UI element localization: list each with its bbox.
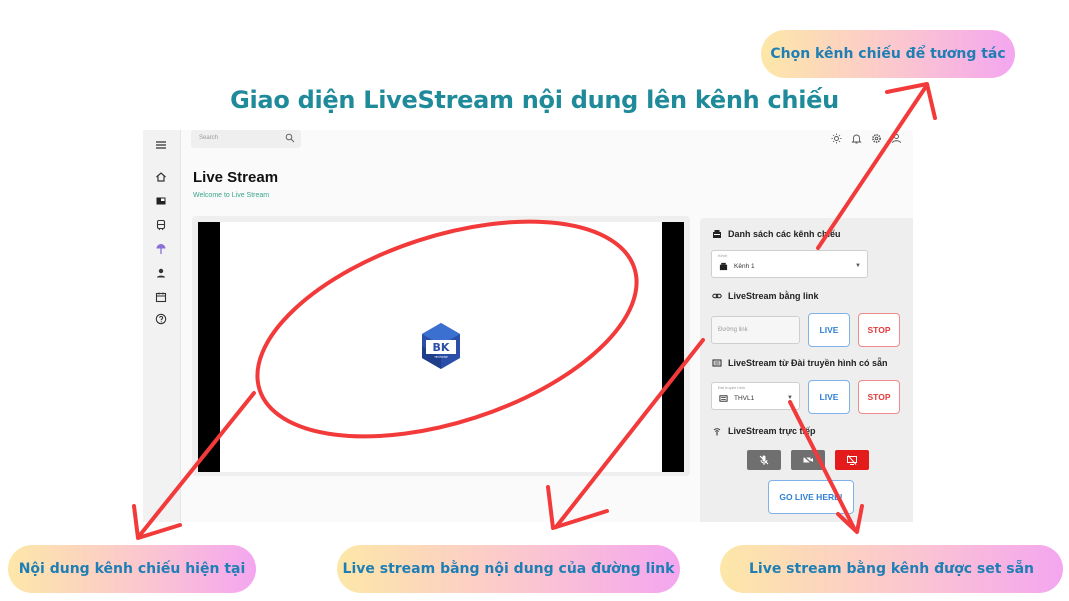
sun-icon[interactable] bbox=[831, 133, 842, 144]
dashboard-icon[interactable] bbox=[154, 194, 168, 208]
tv-select-icon bbox=[719, 395, 728, 402]
screen-share-off-button[interactable] bbox=[835, 450, 869, 470]
channel-select-value: Kênh 1 bbox=[734, 263, 755, 270]
link-live-button[interactable]: LIVE bbox=[808, 313, 850, 347]
antenna-icon bbox=[713, 428, 721, 436]
topbar-actions bbox=[831, 133, 902, 144]
tv-station-select[interactable]: Đài truyền hình THVL1 ▼ bbox=[711, 382, 800, 410]
channels-section-label: Danh sách các kênh chiếu bbox=[712, 229, 841, 239]
chevron-down-icon: ▼ bbox=[855, 263, 861, 269]
bell-icon[interactable] bbox=[851, 133, 862, 144]
calendar-icon[interactable] bbox=[154, 290, 168, 304]
link-stop-button[interactable]: STOP bbox=[858, 313, 900, 347]
tv-stop-button[interactable]: STOP bbox=[858, 380, 900, 414]
callout-select-channel: Chọn kênh chiếu để tương tác bbox=[761, 30, 1015, 78]
search-placeholder: Search bbox=[199, 135, 219, 141]
channel-select-caption: Kênh bbox=[718, 253, 728, 258]
page-heading: Giao diện LiveStream nội dung lên kênh c… bbox=[230, 86, 839, 114]
direct-section-label: LiveStream trực tiếp bbox=[712, 426, 816, 436]
control-panel: Danh sách các kênh chiếu Kênh Kênh 1 ▼ L… bbox=[700, 218, 913, 522]
tv-live-button[interactable]: LIVE bbox=[808, 380, 850, 414]
broadcast-icon[interactable] bbox=[154, 242, 168, 256]
tv-chevron-down-icon: ▼ bbox=[787, 395, 793, 401]
link-section-label: LiveStream bằng link bbox=[712, 291, 819, 301]
channel-select[interactable]: Kênh Kênh 1 ▼ bbox=[711, 250, 868, 278]
settings-icon[interactable] bbox=[871, 133, 882, 144]
tv-select-value: THVL1 bbox=[734, 395, 755, 402]
camera-off-icon bbox=[802, 455, 814, 465]
search-input[interactable]: Search bbox=[191, 130, 301, 148]
tv-section-label: LiveStream từ Đài truyền hình có sẵn bbox=[712, 358, 888, 368]
callout-link-stream: Live stream bằng nội dung của đường link bbox=[337, 545, 680, 593]
sidebar bbox=[143, 130, 181, 522]
player-card: BK TECHWISE bbox=[192, 216, 690, 476]
letterbox-left bbox=[198, 222, 220, 472]
callout-current-content: Nội dung kênh chiếu hiện tại bbox=[8, 545, 256, 593]
mic-off-icon bbox=[759, 455, 769, 465]
account-icon[interactable] bbox=[891, 133, 902, 144]
page-title: Live Stream bbox=[193, 169, 279, 186]
video-player[interactable]: BK TECHWISE bbox=[198, 222, 684, 472]
tv-station-icon bbox=[712, 359, 722, 367]
user-icon[interactable] bbox=[154, 266, 168, 280]
mic-off-button[interactable] bbox=[747, 450, 781, 470]
tv-icon bbox=[719, 262, 728, 271]
link-label: LiveStream bằng link bbox=[728, 291, 819, 301]
bk-logo: BK TECHWISE bbox=[422, 323, 460, 369]
callout-preset-stream: Live stream bằng kênh được set sẵn bbox=[720, 545, 1063, 593]
help-icon[interactable] bbox=[154, 312, 168, 326]
link-placeholder: Đường link bbox=[718, 327, 748, 333]
direct-label: LiveStream trực tiếp bbox=[728, 426, 816, 436]
page-subtitle: Welcome to Live Stream bbox=[193, 192, 270, 199]
link-input[interactable]: Đường link bbox=[711, 316, 800, 344]
home-icon[interactable] bbox=[154, 170, 168, 184]
screen-share-off-icon bbox=[847, 455, 857, 465]
link-icon bbox=[712, 293, 722, 299]
tv-select-caption: Đài truyền hình bbox=[718, 385, 746, 390]
logo-sub: TECHWISE bbox=[434, 355, 448, 359]
train-icon[interactable] bbox=[154, 218, 168, 232]
menu-icon[interactable] bbox=[154, 138, 168, 152]
go-live-button[interactable]: GO LIVE HERE! bbox=[768, 480, 854, 514]
app-window: Search Live Stream Welcome to Live Strea… bbox=[143, 130, 913, 522]
tv-label: LiveStream từ Đài truyền hình có sẵn bbox=[728, 358, 888, 368]
letterbox-right bbox=[662, 222, 684, 472]
logo-text: BK bbox=[433, 341, 450, 354]
camera-off-button[interactable] bbox=[791, 450, 825, 470]
search-icon[interactable] bbox=[285, 133, 295, 143]
tv-list-icon bbox=[713, 230, 721, 238]
channels-label: Danh sách các kênh chiếu bbox=[728, 229, 841, 239]
